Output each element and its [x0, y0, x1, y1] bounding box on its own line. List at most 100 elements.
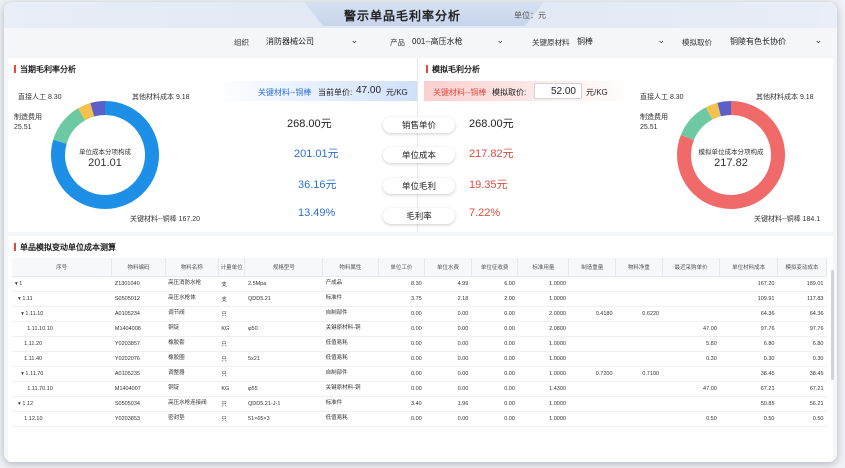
table-row[interactable]: 1.12.10 Y0203853 密封垫只 51×65×3 低值易耗 0.00 0.00 0.…: [12, 411, 827, 427]
simulated-price-input[interactable]: 52.00: [534, 83, 582, 99]
right-donut-slice-1[interactable]: [680, 107, 713, 141]
column-header[interactable]: 标准用量: [517, 258, 570, 277]
column-header[interactable]: 规格型号: [244, 258, 324, 277]
column-header[interactable]: 最近采购单价: [662, 258, 721, 277]
table-cell: 0.00: [471, 381, 518, 397]
table-cell: 1.11.40: [12, 351, 112, 367]
table-cell: 50.85: [719, 396, 778, 412]
table-cell: 0.00: [378, 381, 425, 397]
table-cell: ▾ 1.11.10: [12, 306, 112, 322]
table-cell: 高压水枪连接阀: [165, 396, 219, 412]
column-header[interactable]: 单位工价: [378, 258, 426, 277]
table-cell: 0.00: [471, 351, 518, 367]
table-cell: 0.7100: [615, 366, 663, 382]
cost-table-container[interactable]: 序号 物料编码 物料名称 计量单位 规格型号 物料属性 单位工价 单位水费 单位征收费 标准用量制…: [12, 258, 827, 462]
table-cell: Y0203857: [111, 336, 166, 352]
table-cell: [662, 291, 720, 307]
table-row[interactable]: 1.11.10.10 M1404008 铜锭 KG φ50 关键原材料-铜 0.00 0.00…: [12, 321, 827, 337]
table-cell: 标准件: [322, 291, 379, 307]
left-price-band: 关键材料--铜棒 当前单价: 47.00 元/KG: [214, 81, 417, 101]
table-scrollbar[interactable]: [831, 270, 834, 380]
unit-profit-button[interactable]: 单位毛利: [383, 178, 455, 194]
price-source-select[interactable]: 铜陵有色长协价 ⌄: [726, 33, 826, 49]
table-cell: [615, 291, 663, 307]
left-band-material: 关键材料--铜棒: [258, 88, 312, 97]
column-header[interactable]: 计量单位: [218, 258, 246, 277]
table-cell: 97.76: [719, 321, 778, 337]
right-donut-slice-3[interactable]: [717, 101, 732, 117]
table-cell: [568, 381, 616, 397]
table-row[interactable]: ▾ 1.11 S0505012 高压水枪体支 QDD5.21 标准件 3.75 2.18 2.…: [12, 291, 827, 307]
material-select-value: 铜棒: [577, 37, 593, 46]
filter-label-price: 模拟取价: [682, 38, 712, 47]
table-cell: 只: [218, 411, 245, 427]
product-select[interactable]: 001--高压水枪 ⌄: [408, 33, 508, 49]
left-donut-slice-2[interactable]: [78, 103, 95, 121]
column-header[interactable]: 物料属性: [322, 258, 379, 277]
table-row[interactable]: 1.11.20 Y0203857 橡胶套只低值易耗 0.00 0.00 0.00 1.000…: [12, 336, 827, 352]
table-cell: 0.4180: [568, 306, 616, 322]
table-cell: 高压消防水枪: [165, 276, 219, 292]
right-donut-slice-2[interactable]: [705, 102, 722, 120]
table-cell: 4.99: [424, 276, 472, 292]
table-cell: 3.75: [378, 291, 425, 307]
org-select-value: 消防器械公司: [266, 37, 314, 46]
column-header[interactable]: 物料编码: [111, 258, 166, 277]
right-donut-center-label: 模拟单位成本分项构成: [698, 149, 764, 156]
table-cell: [568, 411, 616, 427]
table-cell: 只: [218, 396, 245, 412]
column-header[interactable]: 单位征收费: [471, 258, 519, 277]
material-select[interactable]: 铜棒 ⌄: [573, 33, 669, 49]
table-cell: 低值易耗: [322, 411, 379, 427]
table-cell: 1.4300: [517, 381, 569, 397]
table-cell: 0.00: [378, 366, 425, 382]
table-cell: 5.80: [662, 336, 720, 352]
table-cell: 0.00: [378, 351, 425, 367]
table-cell: 0.00: [471, 306, 518, 322]
table-cell: 铜锭: [165, 321, 219, 337]
column-header[interactable]: 单位水费: [424, 258, 472, 277]
table-cell: 只: [218, 306, 245, 322]
sale-price-button[interactable]: 销售单价: [383, 117, 455, 133]
left-donut-slice-1[interactable]: [53, 108, 86, 145]
table-cell: [568, 321, 616, 337]
table-cell: 3.40: [378, 396, 425, 412]
left-donut-slice-3[interactable]: [90, 101, 106, 117]
table-row[interactable]: 1.11.70.10 M1404007 铜锭 KG φ55 关键原材料-铜 0.00 0.00…: [12, 381, 827, 397]
table-row[interactable]: ▾ 1.11.70 A0105235 调整器只自制部件 0.00 0.00 0.00 1.0…: [12, 366, 827, 382]
table-cell: 铜锭: [165, 381, 219, 397]
table-cell: 1.11.20: [12, 336, 112, 352]
column-header[interactable]: 模拟变动成本: [777, 258, 827, 277]
table-cell: 0.6220: [615, 306, 663, 322]
filter-label-org: 组织: [234, 38, 249, 47]
column-header[interactable]: 序号: [12, 258, 113, 277]
unit-cost-button[interactable]: 单位成本: [383, 147, 455, 163]
table-row[interactable]: 1.11.40 Y0202076 橡胶圈只 5x21 低值易耗 0.00 0.00 0.00 1…: [12, 351, 827, 367]
table-row[interactable]: ▾ 1 Z1301040 高压消防水枪支 2.5Mpa 产成品 8.30 4.99 6.00 1…: [12, 276, 827, 292]
left-section-title: 当期毛利率分析: [14, 64, 76, 75]
table-cell: 自制部件: [322, 306, 379, 322]
table-cell: [662, 396, 720, 412]
simulated-price-value: 52.00: [550, 86, 576, 97]
table-row[interactable]: ▾ 1.12 S0505034 高压水枪连接阀只 QDD5.21-J-1 标准件 3.40…: [12, 396, 827, 412]
table-cell: 只: [218, 336, 245, 352]
table-cell: 0.00: [424, 351, 472, 367]
column-header[interactable]: 制造重量: [568, 258, 617, 277]
table-cell: 1.11.10.10: [12, 321, 112, 337]
right-manufacturing-name: 制造费用: [640, 114, 668, 121]
table-cell: [568, 291, 616, 307]
table-cell: KG: [218, 381, 245, 397]
column-header[interactable]: 物料名称: [165, 258, 219, 277]
margin-rate-button[interactable]: 毛利率: [383, 208, 455, 224]
table-cell: [244, 306, 323, 322]
table-cell: [615, 411, 663, 427]
table-row[interactable]: ▾ 1.11.10 A0105234 调节阀只自制部件 0.00 0.00 0.00 2.0…: [12, 306, 827, 322]
app-window: 警示单品毛利率分析 单位：元 组织 消防器械公司 ⌄ 产品 001--高压水枪 ⌄ …: [4, 2, 837, 462]
org-select[interactable]: 消防器械公司 ⌄: [262, 33, 362, 49]
left-unit-cost: 201.01元: [294, 148, 339, 160]
column-header[interactable]: 单位材料成本: [719, 258, 778, 277]
table-cell: [662, 306, 720, 322]
column-header[interactable]: 物料净重: [615, 258, 663, 277]
table-cell: 5x21: [244, 351, 323, 367]
table-header-row: 序号 物料编码 物料名称 计量单位 规格型号 物料属性 单位工价 单位水费 单位征收费 标准用量制…: [12, 258, 827, 277]
